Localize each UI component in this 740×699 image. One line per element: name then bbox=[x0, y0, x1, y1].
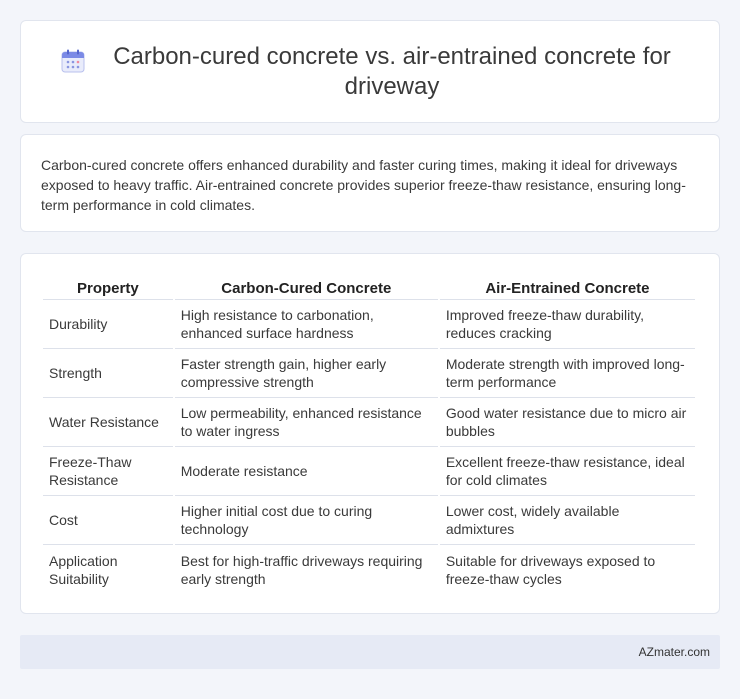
footer: AZmater.com bbox=[20, 635, 720, 669]
comparison-card: Property Carbon-Cured Concrete Air-Entra… bbox=[20, 253, 720, 614]
header-air-entrained: Air-Entrained Concrete bbox=[439, 274, 695, 300]
table-header-row: Property Carbon-Cured Concrete Air-Entra… bbox=[43, 274, 695, 300]
property-cell: Application Suitability bbox=[49, 552, 118, 587]
air-entrained-cell: Excellent freeze-thaw resistance, ideal … bbox=[439, 447, 695, 496]
table-row: Freeze-Thaw Resistance Moderate resistan… bbox=[43, 447, 695, 496]
page-title: Carbon-cured concrete vs. air-entrained … bbox=[113, 42, 671, 100]
calendar-icon bbox=[61, 49, 85, 72]
air-entrained-cell: Moderate strength with improved long-ter… bbox=[439, 349, 695, 398]
table-row: Strength Faster strength gain, higher ea… bbox=[43, 349, 695, 398]
carbon-cured-cell: Low permeability, enhanced resistance to… bbox=[174, 398, 438, 447]
property-cell: Water Resistance bbox=[43, 398, 173, 447]
carbon-cured-cell: Higher initial cost due to curing techno… bbox=[174, 496, 438, 545]
table-row: Water Resistance Low permeability, enhan… bbox=[43, 398, 695, 447]
footer-brand-link[interactable]: AZmater.com bbox=[639, 645, 710, 659]
carbon-cured-cell: Best for high-traffic driveways requirin… bbox=[180, 552, 423, 587]
property-cell: Freeze-Thaw Resistance bbox=[43, 447, 173, 496]
air-entrained-cell: Good water resistance due to micro air b… bbox=[439, 398, 695, 447]
header-carbon-cured: Carbon-Cured Concrete bbox=[174, 274, 438, 300]
property-cell: Strength bbox=[43, 349, 173, 398]
air-entrained-cell: Lower cost, widely available admixtures bbox=[439, 496, 695, 545]
table-row: Cost Higher initial cost due to curing t… bbox=[43, 496, 695, 545]
property-cell: Cost bbox=[43, 496, 173, 545]
property-cell: Durability bbox=[43, 300, 173, 349]
title-wrap: Carbon-cured concrete vs. air-entrained … bbox=[60, 42, 680, 102]
summary-card: Carbon-cured concrete offers enhanced du… bbox=[20, 134, 720, 232]
carbon-cured-cell: Moderate resistance bbox=[174, 447, 438, 496]
comparison-table: Property Carbon-Cured Concrete Air-Entra… bbox=[41, 274, 697, 594]
title-card: Carbon-cured concrete vs. air-entrained … bbox=[20, 20, 720, 123]
air-entrained-cell: Improved freeze-thaw durability, reduces… bbox=[439, 300, 695, 349]
carbon-cured-cell: High resistance to carbonation, enhanced… bbox=[174, 300, 438, 349]
table-row: Application Suitability Best for high-tr… bbox=[43, 545, 695, 594]
air-entrained-cell: Suitable for driveways exposed to freeze… bbox=[445, 552, 656, 587]
table-row: Durability High resistance to carbonatio… bbox=[43, 300, 695, 349]
header-property: Property bbox=[43, 274, 173, 300]
carbon-cured-cell: Faster strength gain, higher early compr… bbox=[174, 349, 438, 398]
summary-text: Carbon-cured concrete offers enhanced du… bbox=[41, 157, 686, 213]
